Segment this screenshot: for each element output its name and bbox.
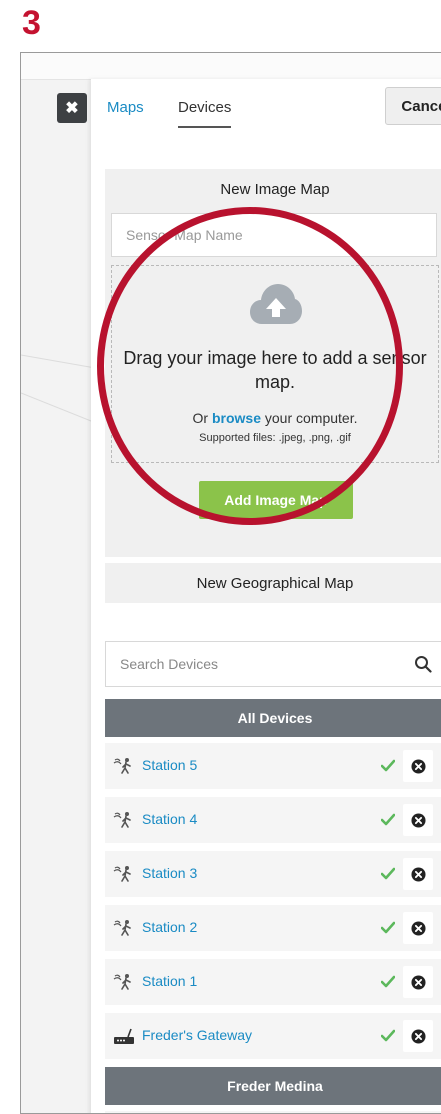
remove-circle-icon — [410, 812, 426, 828]
map-editor-panel: Maps Devices Cancel New Image Map Drag y… — [91, 79, 441, 1113]
tab-maps[interactable]: Maps — [107, 99, 144, 116]
sensor-icon — [113, 811, 135, 829]
check-icon — [380, 813, 396, 827]
step-number: 3 — [22, 4, 41, 42]
search-devices-input[interactable] — [106, 642, 424, 686]
device-row: Station 3 — [105, 851, 441, 897]
device-name-link[interactable]: Station 4 — [142, 811, 197, 827]
browse-link[interactable]: browse — [212, 410, 261, 426]
sensor-icon — [113, 973, 135, 991]
gateway-icon — [113, 1027, 135, 1045]
drop-instructions: Drag your image here to add a sensor map… — [123, 348, 427, 392]
device-row: Station 2 — [105, 905, 441, 951]
group-header: All Devices — [105, 699, 441, 737]
panel-tabs: Maps Devices Cancel — [91, 79, 441, 131]
top-bar — [21, 53, 441, 80]
device-name-link[interactable]: Station 1 — [142, 973, 197, 989]
image-drop-zone[interactable]: Drag your image here to add a sensor map… — [111, 265, 439, 463]
device-row: Station 5 — [105, 743, 441, 789]
device-search — [105, 641, 441, 687]
remove-circle-icon — [410, 758, 426, 774]
new-image-map-section: New Image Map Drag your image here to ad… — [105, 169, 441, 557]
remove-device-button[interactable] — [403, 912, 433, 944]
search-icon[interactable] — [414, 655, 432, 673]
remove-circle-icon — [410, 1028, 426, 1044]
browse-suffix: your computer. — [260, 410, 358, 426]
remove-device-button[interactable] — [403, 1020, 433, 1052]
remove-circle-icon — [410, 974, 426, 990]
supported-files-text: Supported files: .jpeg, .png, .gif — [199, 432, 351, 444]
sensor-icon — [113, 919, 135, 937]
remove-device-button[interactable] — [403, 804, 433, 836]
device-row: Station 1 — [105, 959, 441, 1005]
device-row: Freder's Gateway — [105, 1013, 441, 1059]
check-icon — [380, 921, 396, 935]
check-icon — [380, 759, 396, 773]
new-image-map-title: New Image Map — [220, 180, 330, 198]
check-icon — [380, 867, 396, 881]
sensor-icon — [113, 757, 135, 775]
browse-line: Or browse your computer. — [112, 410, 438, 426]
check-icon — [380, 975, 396, 989]
add-image-map-button[interactable]: Add Image Map — [199, 481, 353, 519]
remove-circle-icon — [410, 920, 426, 936]
sensor-map-name-input[interactable] — [111, 213, 437, 257]
browse-prefix: Or — [192, 410, 212, 426]
tab-devices[interactable]: Devices — [178, 99, 232, 128]
sensor-icon — [113, 865, 135, 883]
remove-device-button[interactable] — [403, 750, 433, 782]
cancel-button[interactable]: Cancel — [385, 87, 441, 125]
new-geographical-map-title: New Geographical Map — [196, 574, 354, 592]
device-name-link[interactable]: Station 3 — [142, 865, 197, 881]
close-icon: ✖ — [65, 100, 79, 117]
device-name-link[interactable]: Station 5 — [142, 757, 197, 773]
app-window: ✖ Maps Devices Cancel New Image Map Drag… — [20, 52, 441, 1114]
remove-device-button[interactable] — [403, 966, 433, 998]
new-geographical-map-section[interactable]: New Geographical Map — [105, 563, 441, 603]
cloud-upload-icon — [250, 284, 302, 324]
check-icon — [380, 1029, 396, 1043]
device-name-link[interactable]: Station 2 — [142, 919, 197, 935]
remove-circle-icon — [410, 866, 426, 882]
device-name-link[interactable]: Freder's Gateway — [142, 1027, 252, 1043]
close-button[interactable]: ✖ — [57, 93, 87, 123]
device-row: Station 4 — [105, 797, 441, 843]
group-header: Freder Medina — [105, 1067, 441, 1105]
remove-device-button[interactable] — [403, 858, 433, 890]
